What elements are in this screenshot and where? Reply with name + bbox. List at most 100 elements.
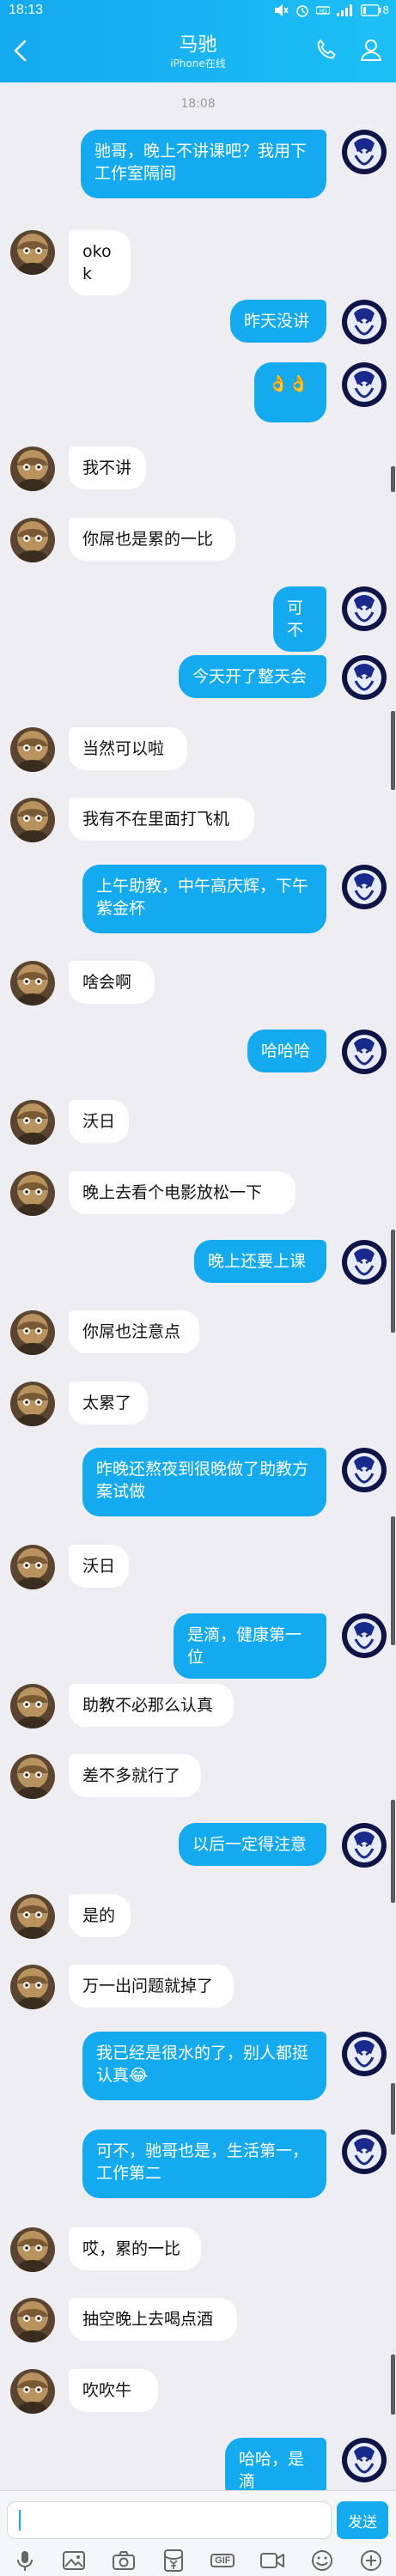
my-avatar[interactable] (342, 362, 387, 407)
message-bubble[interactable]: 吹吹牛 (69, 2369, 158, 2412)
message-bubble[interactable]: 我不讲 (69, 447, 146, 489)
message-bubble[interactable]: 昨天没讲 (230, 300, 326, 343)
message-bubble[interactable]: 是的 (69, 1894, 131, 1937)
message-bubble[interactable]: 助教不必那么认真 (69, 1684, 234, 1727)
contact-avatar[interactable] (10, 1310, 55, 1355)
call-button[interactable] (311, 34, 342, 65)
contact-avatar[interactable] (10, 1171, 55, 1216)
message-bubble[interactable]: 驰哥，晚上不讲课吧？我用下工作室隔间 (81, 130, 326, 198)
profile-button[interactable] (356, 34, 387, 65)
message-row: 抽空晚上去喝点酒 (0, 2298, 396, 2342)
message-bubble[interactable]: 万一出问题就掉了 (69, 1965, 234, 2008)
contact-avatar[interactable] (10, 1382, 55, 1426)
contact-avatar[interactable] (10, 1684, 55, 1728)
chat-title-block[interactable]: 马驰 iPhone在线 (112, 33, 284, 70)
message-bubble[interactable]: 沃日 (69, 1545, 129, 1588)
scrollbar-thumb[interactable] (391, 1516, 395, 1645)
my-avatar[interactable] (342, 130, 387, 174)
contact-avatar[interactable] (10, 798, 55, 842)
scrollbar-thumb[interactable] (391, 466, 395, 492)
emoji-icon[interactable] (307, 2545, 338, 2576)
message-bubble[interactable]: 差不多就行了 (69, 1754, 201, 1797)
message-bubble[interactable]: 今天开了整天会 (179, 655, 326, 698)
message-row: 晚上去看个电影放松一下 (0, 1171, 396, 1216)
message-list[interactable]: 18:08 驰哥，晚上不讲课吧？我用下工作室隔间 okok 昨天没讲 👌👌 我不讲 你屌也… (0, 82, 396, 2503)
my-avatar[interactable] (342, 1240, 387, 1285)
my-avatar[interactable] (342, 1823, 387, 1868)
status-bar: 18:13 HD 8 (0, 0, 396, 22)
scrollbar-thumb[interactable] (391, 2354, 395, 2415)
message-bubble[interactable]: 上午助教，中午高庆辉，下午紫金杯 (82, 865, 326, 933)
contact-avatar[interactable] (10, 518, 55, 562)
message-row: 沃日 (0, 1545, 396, 1589)
scrollbar-thumb[interactable] (391, 1800, 395, 1903)
video-icon[interactable] (257, 2545, 288, 2576)
contact-avatar[interactable] (10, 1545, 55, 1589)
my-avatar[interactable] (342, 300, 387, 344)
my-avatar[interactable] (342, 655, 387, 700)
message-bubble[interactable]: 晚上去看个电影放松一下 (69, 1171, 295, 1214)
message-row: 可不 (0, 586, 396, 652)
red-packet-icon[interactable] (158, 2545, 189, 2576)
contact-avatar[interactable] (10, 1754, 55, 1799)
message-bubble[interactable]: 以后一定得注意 (179, 1823, 326, 1866)
mic-icon[interactable] (9, 2545, 40, 2576)
message-bubble[interactable]: 沃日 (69, 1100, 129, 1143)
contact-avatar[interactable] (10, 2369, 55, 2414)
message-bubble[interactable]: 我已经是很水的了，别人都挺认真😂 (82, 2032, 326, 2100)
message-bubble[interactable]: 晚上还要上课 (194, 1240, 326, 1283)
message-bubble[interactable]: 👌👌 (254, 362, 326, 422)
contact-avatar[interactable] (10, 1894, 55, 1939)
message-bubble[interactable]: 当然可以啦 (69, 727, 187, 770)
message-row: 上午助教，中午高庆辉，下午紫金杯 (0, 865, 396, 933)
contact-avatar[interactable] (10, 447, 55, 491)
contact-avatar[interactable] (10, 230, 55, 275)
back-button[interactable] (7, 34, 33, 67)
message-bubble[interactable]: 你屌也是累的一比 (69, 518, 235, 561)
message-bubble[interactable]: 啥会啊 (69, 961, 155, 1004)
plus-icon[interactable] (356, 2545, 387, 2576)
message-bubble[interactable]: 可不，驰哥也是，生活第一，工作第二 (82, 2129, 326, 2198)
my-avatar[interactable] (342, 1448, 387, 1492)
message-row: 以后一定得注意 (0, 1823, 396, 1868)
my-avatar[interactable] (342, 865, 387, 909)
contact-avatar[interactable] (10, 2298, 55, 2342)
message-input[interactable] (7, 2501, 332, 2539)
my-avatar[interactable] (342, 2032, 387, 2076)
my-avatar[interactable] (342, 2438, 387, 2482)
contact-avatar[interactable] (10, 1965, 55, 2009)
gif-icon[interactable]: GIF (207, 2545, 238, 2576)
camera-icon[interactable] (108, 2545, 139, 2576)
scrollbar-thumb[interactable] (391, 711, 395, 790)
message-bubble[interactable]: 我有不在里面打飞机 (69, 798, 254, 841)
image-icon[interactable] (58, 2545, 89, 2576)
my-avatar[interactable] (342, 2129, 387, 2174)
my-avatar[interactable] (342, 586, 387, 631)
contact-avatar[interactable] (10, 961, 55, 1005)
contact-avatar[interactable] (10, 2227, 55, 2272)
message-row: okok (0, 230, 396, 295)
message-row: 太累了 (0, 1382, 396, 1426)
battery-icon: 8 (361, 4, 389, 16)
message-bubble[interactable]: okok (69, 230, 131, 295)
message-bubble[interactable]: 是滴，健康第一位 (174, 1613, 326, 1679)
message-bubble[interactable]: 太累了 (69, 1382, 148, 1425)
send-button[interactable]: 发送 (337, 2501, 388, 2539)
my-avatar[interactable] (342, 1613, 387, 1658)
message-row: 是的 (0, 1894, 396, 1939)
message-bubble[interactable]: 哈哈哈 (247, 1030, 326, 1072)
message-bubble[interactable]: 哎，累的一比 (69, 2227, 201, 2270)
message-row: 我不讲 (0, 447, 396, 491)
message-bubble[interactable]: 抽空晚上去喝点酒 (69, 2298, 237, 2341)
scrollbar-thumb[interactable] (391, 2083, 395, 2135)
message-bubble[interactable]: 可不 (273, 586, 326, 652)
contact-avatar[interactable] (10, 727, 55, 772)
message-row: 你屌也注意点 (0, 1310, 396, 1355)
message-bubble[interactable]: 昨晚还熬夜到很晚做了助教方案试做 (82, 1448, 326, 1516)
phone-icon (317, 39, 336, 59)
message-row: 昨天没讲 (0, 300, 396, 344)
contact-avatar[interactable] (10, 1100, 55, 1145)
scrollbar-thumb[interactable] (391, 1230, 395, 1333)
my-avatar[interactable] (342, 1030, 387, 1074)
message-bubble[interactable]: 你屌也注意点 (69, 1310, 199, 1353)
